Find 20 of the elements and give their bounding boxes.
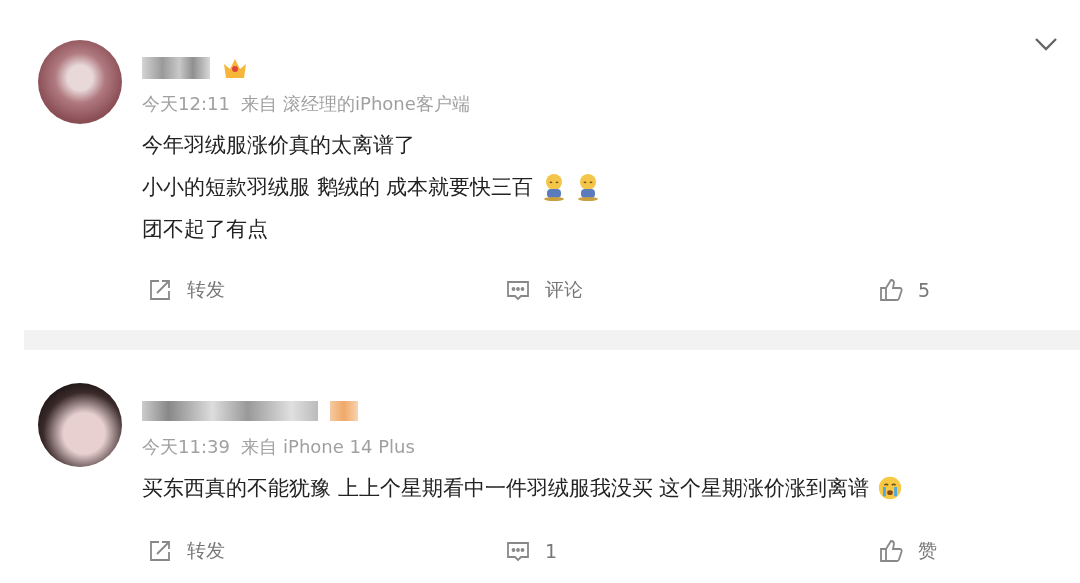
comment-button[interactable]: 评论: [505, 277, 583, 303]
crying-emoji-icon: [877, 474, 904, 502]
comment-text: 今年羽绒服涨价真的太离谱了: [142, 132, 415, 159]
share-icon: [147, 277, 173, 303]
pixelated-badge: [330, 401, 358, 421]
pixelated-name: [142, 57, 210, 79]
chevron-down-icon[interactable]: [1034, 36, 1058, 52]
post-time-source: 今天12:11 来自 滚经理的iPhone客户端: [142, 92, 470, 116]
thumbs-up-icon: [878, 277, 904, 303]
repost-button[interactable]: 转发: [147, 538, 225, 564]
thumbs-up-icon: [878, 538, 904, 564]
like-button[interactable]: 赞: [878, 538, 937, 564]
repost-button[interactable]: 转发: [147, 277, 225, 303]
share-icon: [147, 538, 173, 564]
comment-button[interactable]: 1: [505, 538, 558, 564]
post-time-source: 今天11:39 来自 iPhone 14 Plus: [142, 435, 415, 459]
comment-text: 买东西真的不能犹豫 上上个星期看中一件羽绒服我没买 这个星期涨价涨到离谱: [142, 475, 870, 502]
comment-text: 小小的短款羽绒服 鹅绒的 成本就要快三百: [142, 174, 534, 201]
comment-text: 团不起了有点: [142, 216, 268, 243]
like-button[interactable]: 5: [878, 277, 931, 303]
